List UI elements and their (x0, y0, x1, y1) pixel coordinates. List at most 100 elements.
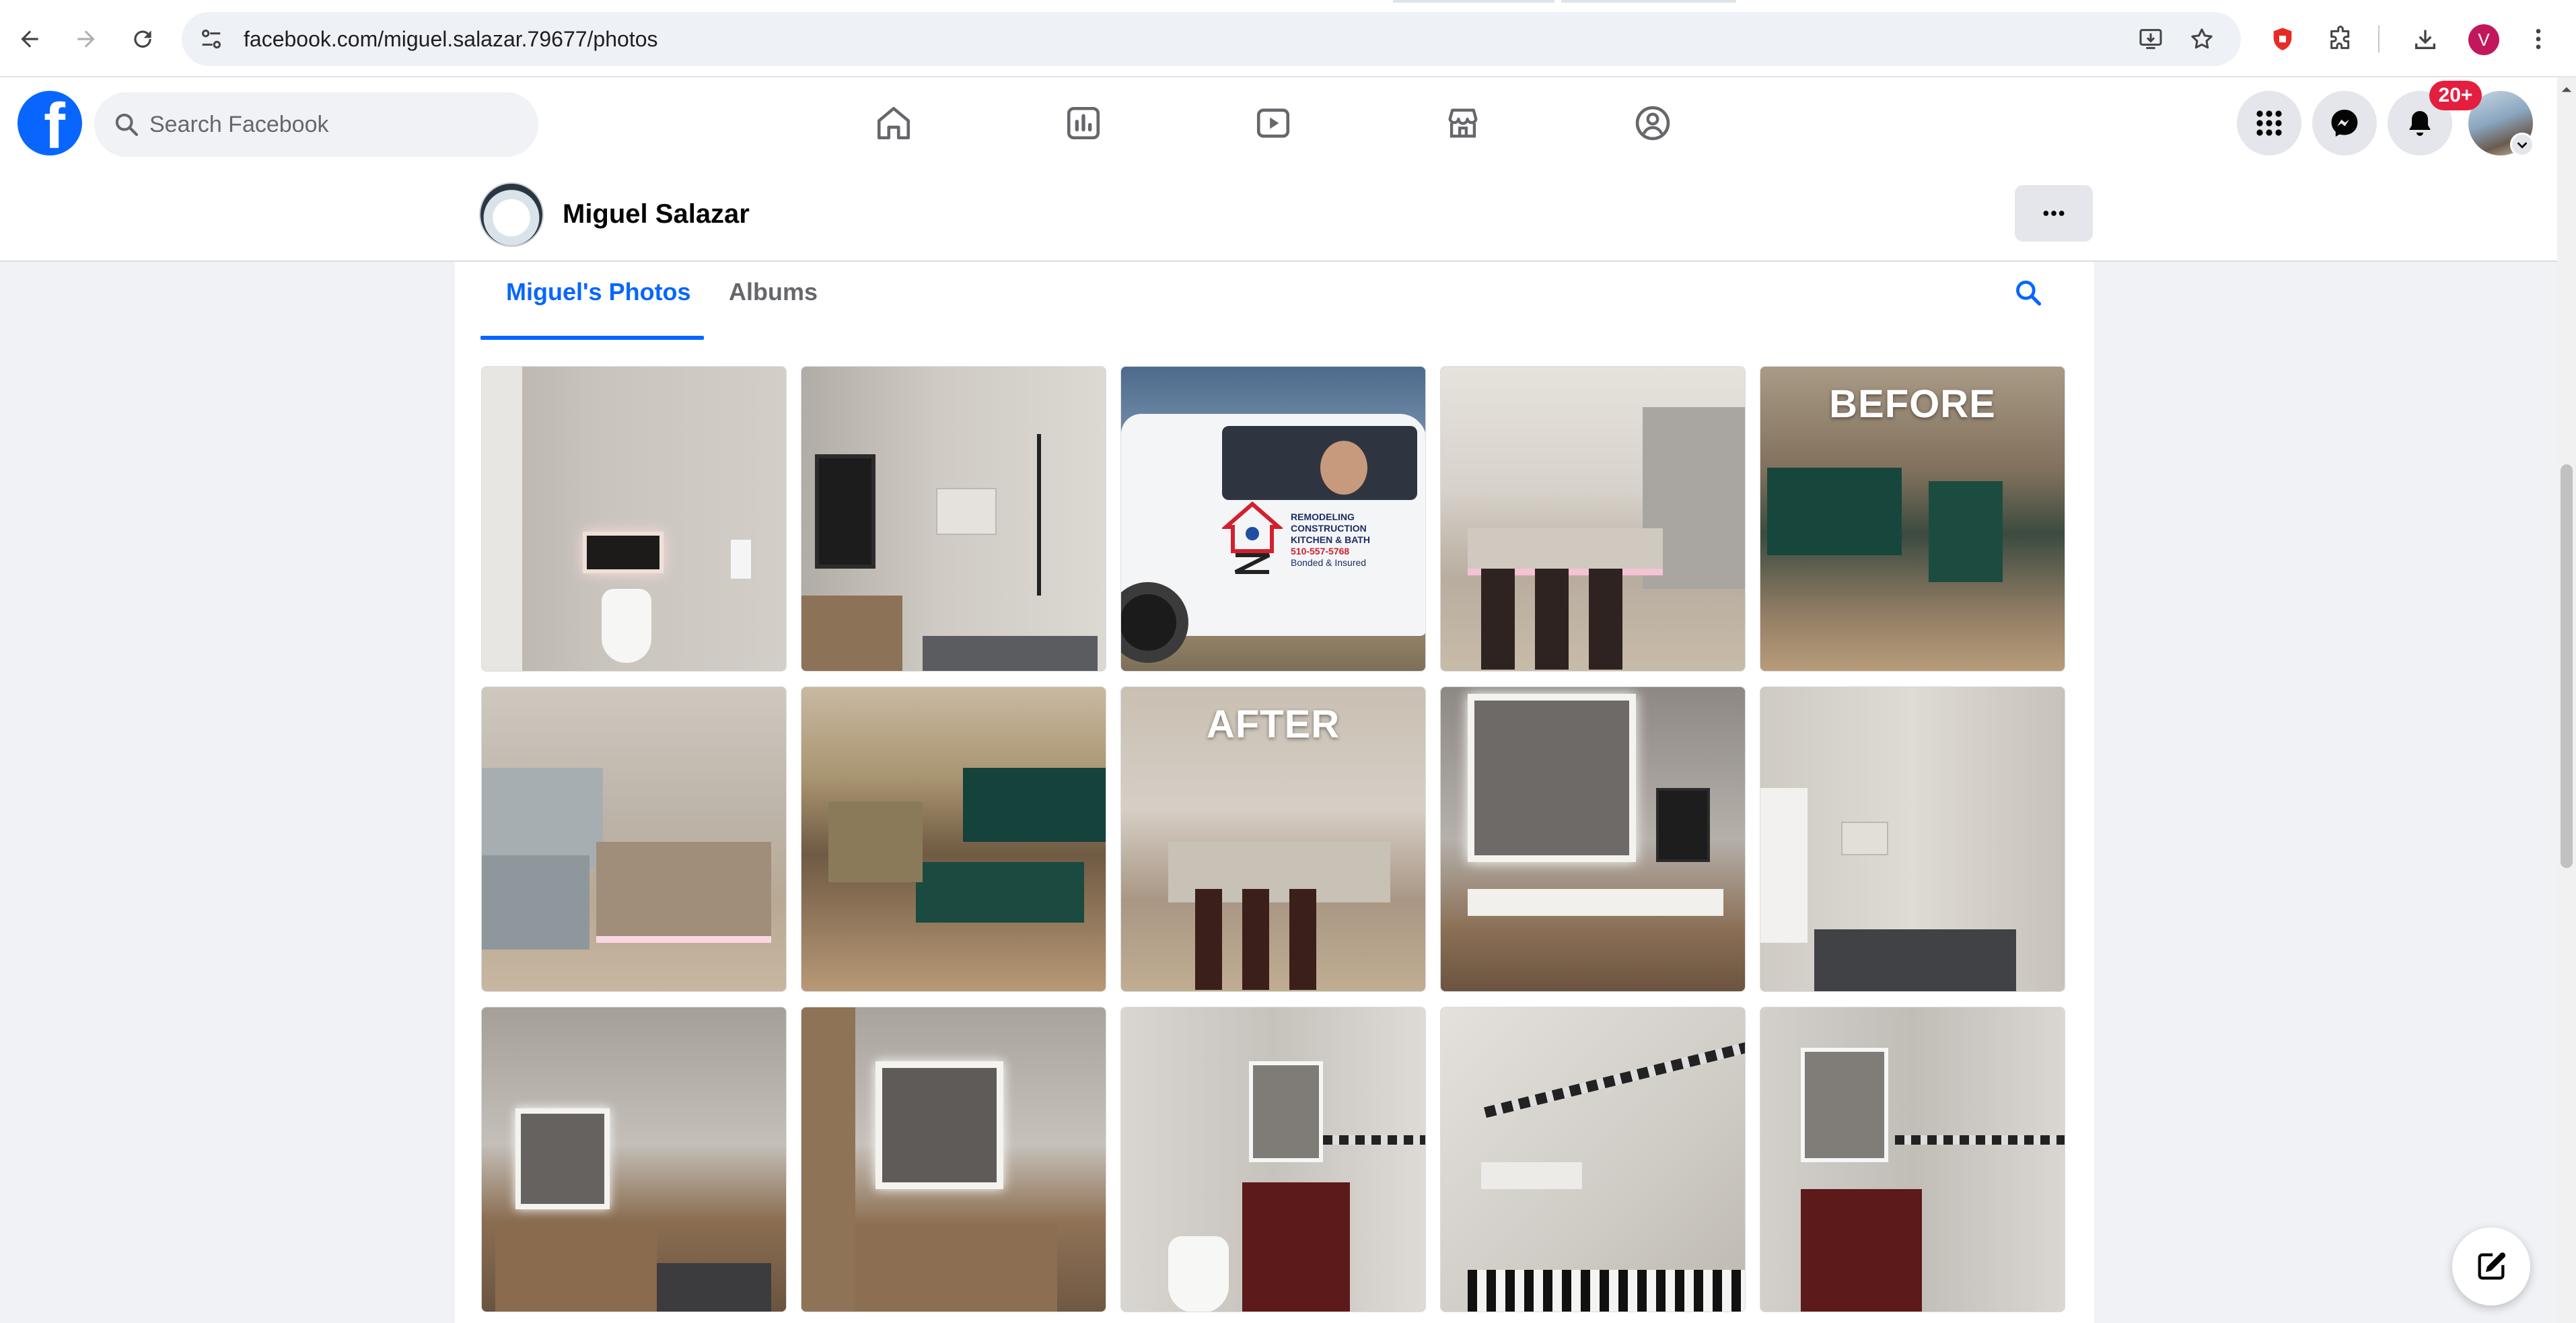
toolbar-divider (2378, 26, 2380, 52)
photo-detail (596, 842, 771, 943)
nav-professional-dashboard[interactable] (1051, 91, 1116, 155)
photo-detail (1195, 889, 1222, 990)
forward-button[interactable] (62, 15, 110, 63)
bookmark-star-icon[interactable] (2188, 26, 2215, 52)
forward-arrow-icon (77, 30, 95, 48)
photo-detail (1037, 434, 1041, 596)
photo-detail (1320, 441, 1367, 495)
photo-thumbnail[interactable] (481, 366, 787, 672)
nav-video[interactable] (1241, 91, 1305, 155)
photos-section: Miguel's Photos Albums REMODELING CONSTR… (455, 262, 2094, 1323)
nav-marketplace[interactable] (1431, 91, 1495, 155)
browser-menu-button[interactable] (2518, 15, 2559, 63)
nav-home[interactable] (861, 91, 926, 155)
menu-button[interactable] (2237, 91, 2301, 155)
photo-thumbnail[interactable]: REMODELING CONSTRUCTION KITCHEN & BATH 5… (1120, 366, 1426, 672)
photo-thumbnail[interactable] (1760, 1007, 2065, 1312)
photo-detail (801, 596, 902, 671)
photo-detail (1323, 1135, 1425, 1145)
profile-avatar[interactable] (479, 182, 544, 247)
photo-detail (657, 1263, 771, 1312)
profile-name[interactable]: Miguel Salazar (563, 166, 750, 262)
photo-thumbnail[interactable] (1760, 686, 2065, 992)
back-arrow-icon (21, 30, 38, 48)
back-button[interactable] (5, 15, 54, 63)
photo-detail (1468, 889, 1723, 916)
new-message-button[interactable] (2452, 1227, 2530, 1306)
photo-detail (815, 454, 875, 569)
extension-button[interactable] (2258, 15, 2307, 63)
photo-detail (1468, 694, 1636, 862)
marketplace-icon (1448, 108, 1478, 138)
photo-thumbnail[interactable] (1120, 1007, 1426, 1312)
search-icon (115, 113, 139, 137)
photo-detail (923, 636, 1098, 671)
photo-detail (1589, 569, 1622, 670)
tab-miguels-photos[interactable]: Miguel's Photos (506, 262, 691, 340)
truck-decal-line: KITCHEN & BATH (1291, 534, 1370, 545)
photo-thumbnail[interactable] (1440, 366, 1746, 672)
chevron-down-icon (2517, 142, 2528, 149)
profile-more-button[interactable] (2015, 185, 2093, 242)
dashboard-icon (1067, 106, 1100, 140)
photo-thumbnail[interactable]: BEFORE (1760, 366, 2065, 672)
reload-button[interactable] (118, 15, 167, 63)
truck-decal-line: REMODELING (1291, 511, 1355, 522)
puzzle-extensions-icon (2330, 26, 2350, 49)
photo-detail (515, 1108, 610, 1209)
truck-decal-phone: 510-557-5768 (1291, 546, 1350, 557)
browser-toolbar: facebook.com/miguel.salazar.79677/photos… (0, 0, 2576, 77)
downloads-button[interactable] (2401, 15, 2449, 63)
photo-search-button[interactable] (2013, 278, 2048, 313)
photo-thumbnail[interactable] (801, 686, 1106, 992)
site-info-icon[interactable] (198, 26, 225, 52)
photo-detail (1841, 822, 1888, 855)
groups-icon (1635, 106, 1670, 141)
photo-thumbnail[interactable] (1440, 686, 1746, 992)
install-app-icon[interactable] (2137, 26, 2164, 52)
profile-sticky-header: Miguel Salazar (0, 166, 2557, 262)
home-icon (877, 106, 910, 140)
photo-detail (1481, 1162, 1582, 1189)
photo-detail (828, 801, 923, 882)
photo-thumbnail[interactable] (481, 686, 787, 992)
photo-thumbnail[interactable] (801, 366, 1106, 672)
photo-detail (963, 768, 1106, 842)
facebook-search[interactable] (94, 92, 538, 157)
photo-thumbnail[interactable] (481, 1007, 787, 1312)
messenger-icon (2331, 110, 2358, 137)
scroll-up-arrow-icon[interactable] (2561, 83, 2573, 96)
photo-thumbnail[interactable] (801, 1007, 1106, 1312)
kebab-menu-icon (2536, 29, 2541, 49)
search-icon (2016, 281, 2042, 306)
photo-detail (729, 538, 752, 580)
messenger-button[interactable] (2312, 91, 2377, 155)
search-input[interactable] (149, 92, 513, 157)
photo-overlay-after: AFTER (1206, 703, 1340, 746)
photo-detail (1468, 1270, 1745, 1312)
account-menu-chevron[interactable] (2510, 133, 2534, 157)
truck-decal-text: REMODELING CONSTRUCTION KITCHEN & BATH 5… (1291, 511, 1412, 569)
browser-profile-avatar[interactable]: V (2468, 24, 2499, 55)
tab-albums[interactable]: Albums (729, 262, 818, 340)
download-icon (2415, 30, 2435, 49)
photo-detail (855, 1223, 1057, 1312)
photo-detail (482, 855, 589, 950)
more-dots-icon (2043, 211, 2065, 216)
photo-detail (1760, 788, 1808, 943)
photo-thumbnail[interactable]: AFTER (1120, 686, 1426, 992)
bell-icon (2409, 111, 2431, 136)
nav-groups[interactable] (1620, 91, 1685, 155)
active-tab-indicator (480, 336, 704, 340)
page-scrollbar-thumb[interactable] (2561, 464, 2573, 868)
photo-detail (1484, 1042, 1745, 1118)
address-bar[interactable]: facebook.com/miguel.salazar.79677/photos (182, 12, 2241, 66)
photo-detail (1289, 889, 1316, 990)
extensions-menu-button[interactable] (2316, 15, 2365, 63)
facebook-logo[interactable]: f (17, 91, 82, 155)
photo-detail (875, 1061, 1003, 1189)
tab-strip-edge (1561, 0, 1736, 3)
truck-decal-line: Bonded & Insured (1291, 557, 1367, 568)
photo-detail (1249, 1061, 1323, 1162)
photo-thumbnail[interactable] (1440, 1007, 1746, 1312)
